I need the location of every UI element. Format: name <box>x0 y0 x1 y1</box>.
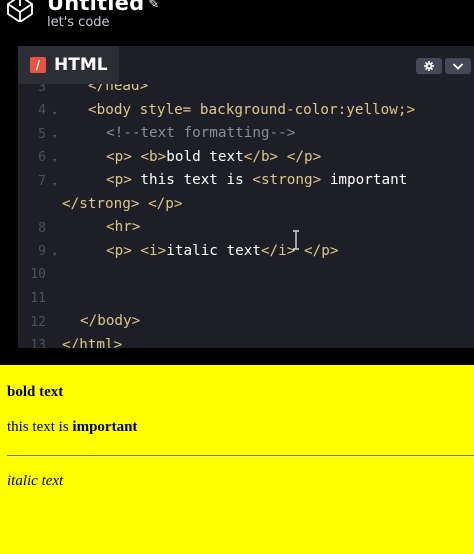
fold-arrow-icon[interactable]: ▾ <box>52 109 57 119</box>
code-line: </head> <box>88 84 149 94</box>
line-number: 8 <box>38 221 46 236</box>
line-number: 6 <box>38 150 46 165</box>
line-number: 10 <box>30 267 46 282</box>
panel-header: / HTML <box>18 46 474 84</box>
gear-icon <box>424 61 434 71</box>
line-number: 4 <box>38 103 46 118</box>
code-line: <p> this text is <strong> important <box>106 172 408 188</box>
pen-author[interactable]: let's code <box>47 15 110 30</box>
code-line: <body style= background-color:yellow;> <box>88 102 416 118</box>
chevron-down-icon <box>452 63 464 70</box>
code-line: <hr> <box>106 219 141 235</box>
code-line: <!--text formatting--> <box>106 125 296 141</box>
preview-italic-text: italic text <box>7 473 64 489</box>
preview-paragraph: this text is important <box>7 419 137 436</box>
html-editor-panel: / HTML 3 4 5 6 7 8 9 10 11 12 13 ▾ ▾ ▾ ▾… <box>18 46 474 348</box>
fold-arrow-icon[interactable]: ▾ <box>52 250 57 260</box>
resize-divider[interactable] <box>0 348 474 365</box>
code-line: </strong> </p> <box>62 196 183 212</box>
edit-pencil-icon[interactable]: ✎ <box>148 0 159 12</box>
code-line: <p> <i>italic text</i> </p> <box>106 243 339 259</box>
preview-bold-text: bold text <box>7 384 64 400</box>
fold-arrow-icon[interactable]: ▾ <box>52 156 57 166</box>
code-editor[interactable]: 3 4 5 6 7 8 9 10 11 12 13 ▾ ▾ ▾ ▾ ▾ </he… <box>18 84 474 348</box>
fold-arrow-icon[interactable]: ▾ <box>52 132 57 142</box>
result-preview: bold text this text is important italic … <box>0 365 474 554</box>
pen-title-text: Untitled <box>47 0 145 15</box>
editor-collapse-button[interactable] <box>445 58 471 74</box>
tab-html-label: HTML <box>54 55 108 75</box>
line-number: 7 <box>38 174 46 189</box>
app-header: Untitled ✎ let's code <box>0 0 474 44</box>
line-number: 9 <box>38 244 46 259</box>
tab-html[interactable]: / HTML <box>18 46 119 84</box>
line-number: 3 <box>38 84 46 95</box>
preview-plain-text: this text is <box>7 419 73 435</box>
html-badge-icon: / <box>30 57 46 73</box>
line-number: 5 <box>38 127 46 142</box>
codepen-logo-icon[interactable] <box>6 0 34 22</box>
code-line: </body> <box>80 313 141 329</box>
line-number: 13 <box>30 338 46 348</box>
fold-arrow-icon[interactable]: ▾ <box>52 180 57 190</box>
editor-settings-button[interactable] <box>416 58 442 74</box>
code-line: <p> <b>bold text</b> </p> <box>106 149 322 165</box>
line-number: 12 <box>30 315 46 330</box>
preview-strong-text: important <box>72 419 138 435</box>
text-cursor-icon <box>293 230 299 250</box>
preview-horizontal-rule <box>7 455 474 457</box>
line-number: 11 <box>30 291 46 306</box>
pen-title[interactable]: Untitled ✎ <box>47 0 159 15</box>
code-line: </html> <box>62 337 123 348</box>
